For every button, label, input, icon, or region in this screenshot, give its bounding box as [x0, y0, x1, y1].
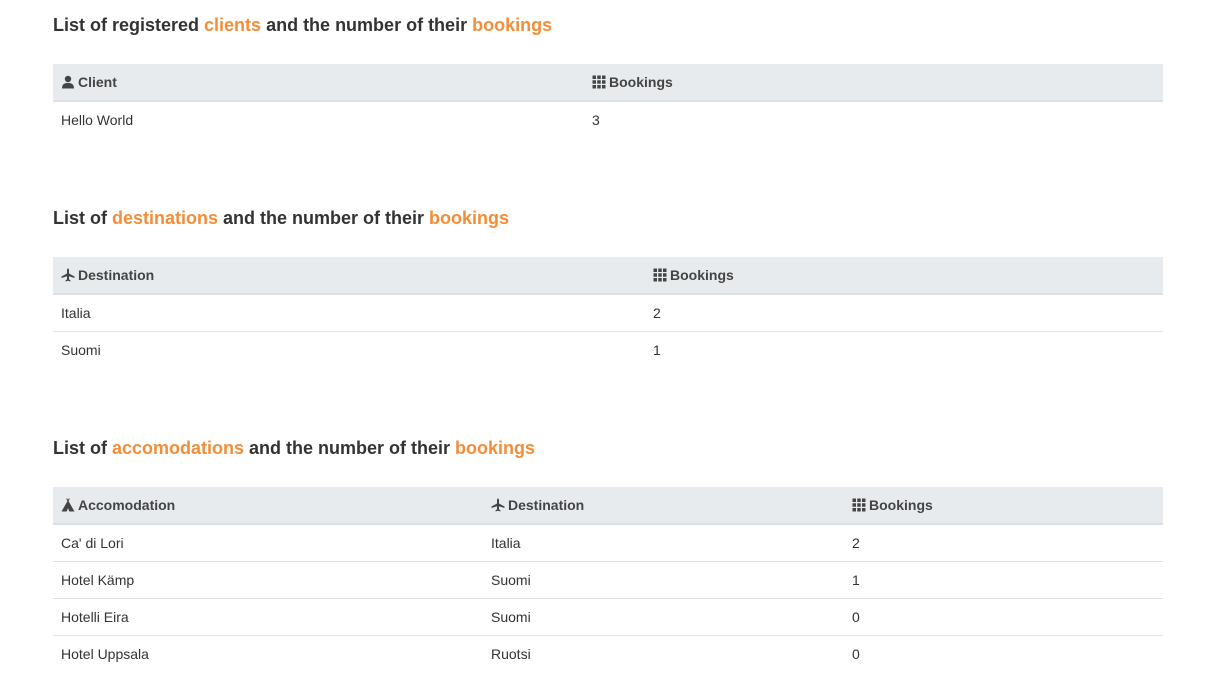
- clients-heading: List of registered clients and the numbe…: [53, 13, 1163, 37]
- destinations-section: List of destinations and the number of t…: [53, 206, 1163, 368]
- accomodation-name-cell: Hotel Kämp: [53, 561, 483, 599]
- heading-highlight-bookings: bookings: [455, 438, 536, 458]
- accomodation-name-cell: Ca' di Lori: [61, 535, 124, 551]
- column-header-label: Accomodation: [78, 497, 176, 513]
- grid-icon: [592, 75, 606, 89]
- column-header-destination[interactable]: Destination: [53, 257, 645, 295]
- table-row: Hotel Kämp Suomi 1: [53, 561, 1163, 599]
- table-row: Ca' di Lori Italia 2: [53, 524, 1163, 562]
- destination-name-cell: Ruotsi: [483, 635, 844, 672]
- heading-text: and the number of their: [244, 438, 456, 458]
- column-header-label: Destination: [78, 267, 155, 283]
- destinations-table: Destination Bookings Italia 2 Suomi 1: [53, 257, 1163, 368]
- grid-icon: [653, 268, 667, 282]
- heading-highlight-accomodations: accomodations: [112, 438, 245, 458]
- table-row: Hotelli Eira Suomi 0: [53, 598, 1163, 636]
- bookings-count-cell: 0: [844, 635, 1163, 672]
- accomodation-name-cell: Hotelli Eira: [53, 598, 483, 636]
- heading-text: List of registered: [53, 15, 205, 35]
- column-header-bookings[interactable]: Bookings: [645, 257, 1163, 295]
- heading-text: and the number of their: [218, 208, 430, 228]
- table-row: Suomi 1: [53, 331, 1163, 368]
- plane-icon: [61, 268, 75, 282]
- tent-icon: [61, 498, 75, 512]
- destination-name-cell: Suomi: [483, 598, 844, 636]
- clients-section: List of registered clients and the numbe…: [53, 13, 1163, 128]
- heading-text: List of: [53, 438, 112, 458]
- column-header-accomodation[interactable]: Accomodation: [53, 487, 483, 525]
- bookings-count-cell: 0: [844, 598, 1163, 636]
- destination-name-cell: Italia: [491, 535, 521, 551]
- column-header-label: Client: [78, 74, 117, 90]
- heading-highlight-bookings: bookings: [472, 15, 553, 35]
- heading-highlight-clients: clients: [204, 15, 262, 35]
- table-header-row: Destination Bookings: [53, 257, 1163, 295]
- destination-name-cell: Suomi: [53, 331, 645, 368]
- destinations-heading: List of destinations and the number of t…: [53, 206, 1163, 230]
- plane-icon: [491, 498, 505, 512]
- column-header-client[interactable]: Client: [53, 64, 584, 102]
- client-name-cell: Hello World: [61, 112, 134, 128]
- heading-text: and the number of their: [261, 15, 473, 35]
- accomodations-table: Accomodation Destination Bookings Ca' di…: [53, 487, 1163, 672]
- bookings-count-cell: 2: [653, 305, 661, 321]
- accomodations-heading: List of accomodations and the number of …: [53, 436, 1163, 460]
- table-header-row: Accomodation Destination Bookings: [53, 487, 1163, 525]
- bookings-count-cell: 1: [844, 561, 1163, 599]
- bookings-count-cell: 3: [592, 112, 600, 128]
- accomodations-section: List of accomodations and the number of …: [53, 436, 1163, 672]
- heading-highlight-bookings: bookings: [429, 208, 510, 228]
- table-header-row: Client Bookings: [53, 64, 1163, 102]
- heading-text: List of: [53, 208, 112, 228]
- column-header-label: Destination: [508, 497, 585, 513]
- table-row: Hello World 3: [53, 101, 1163, 138]
- bookings-count-cell: 2: [852, 535, 860, 551]
- table-row: Hotel Uppsala Ruotsi 0: [53, 635, 1163, 672]
- column-header-label: Bookings: [670, 267, 734, 283]
- destination-name-cell: Italia: [61, 305, 91, 321]
- accomodation-name-cell: Hotel Uppsala: [53, 635, 483, 672]
- bookings-count-cell: 1: [645, 331, 1163, 368]
- destination-name-cell: Suomi: [483, 561, 844, 599]
- column-header-label: Bookings: [609, 74, 673, 90]
- clients-table: Client Bookings Hello World 3: [53, 64, 1163, 138]
- table-row: Italia 2: [53, 294, 1163, 332]
- column-header-destination[interactable]: Destination: [483, 487, 844, 525]
- heading-highlight-destinations: destinations: [112, 208, 219, 228]
- column-header-bookings[interactable]: Bookings: [844, 487, 1163, 525]
- grid-icon: [852, 498, 866, 512]
- column-header-bookings[interactable]: Bookings: [584, 64, 1163, 102]
- column-header-label: Bookings: [869, 497, 933, 513]
- user-icon: [61, 75, 75, 89]
